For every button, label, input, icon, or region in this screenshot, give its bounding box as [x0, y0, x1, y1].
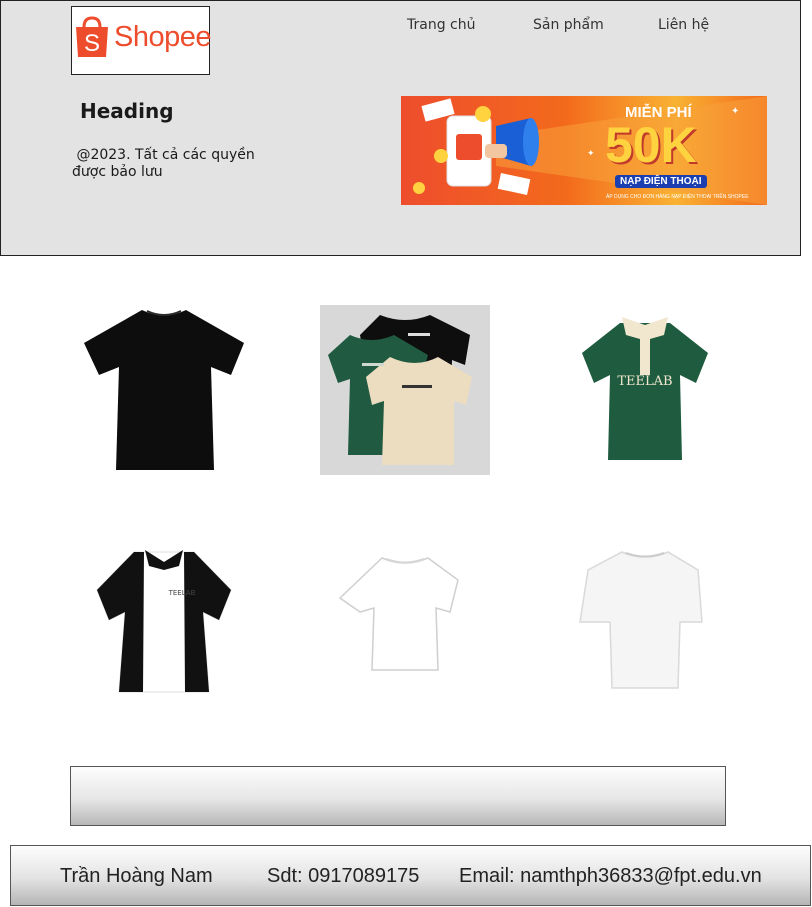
tshirt-bundle-image — [328, 315, 472, 465]
footer-email: Email: namthph36833@fpt.edu.vn — [459, 865, 762, 887]
copyright-text: @2023. Tất cả các quyền được bảo lưu — [72, 147, 255, 180]
logo-text: Shopee — [114, 21, 212, 53]
svg-text:✦: ✦ — [731, 106, 739, 117]
promo-banner[interactable]: ✦ ✦ MIỄN PHÍ 50K NẠP ĐIỆN THOẠI ÁP DỤNG … — [401, 96, 767, 205]
product-tshirt-bundle[interactable] — [320, 305, 490, 475]
banner-amount: 50K — [605, 117, 697, 173]
green-polo-image: TEELAB — [582, 317, 708, 460]
black-tshirt-image — [84, 310, 244, 470]
svg-text:✦: ✦ — [587, 149, 595, 159]
product-green-polo[interactable]: TEELAB — [560, 305, 730, 475]
green-polo-print: TEELAB — [617, 374, 672, 389]
page-heading: Heading — [80, 99, 174, 123]
product-black-white-polo[interactable]: TEELAB — [79, 540, 249, 710]
footer: Trần Hoàng Nam Sdt: 0917089175 Email: na… — [10, 845, 811, 906]
product-black-tshirt[interactable] — [79, 305, 249, 475]
white-oversize-tshirt-image — [579, 551, 703, 689]
footer-name: Trần Hoàng Nam — [60, 865, 213, 887]
banner-illustration: ✦ ✦ — [413, 96, 767, 205]
footer-phone: Sdt: 0917089175 — [267, 865, 420, 887]
content-bar — [70, 766, 726, 826]
banner-tag: NẠP ĐIỆN THOẠI — [615, 175, 707, 188]
shopee-logo[interactable]: S Shopee — [71, 6, 212, 75]
white-tshirt-image — [338, 557, 459, 671]
black-white-polo-image: TEELAB — [96, 550, 232, 693]
shopping-bag-icon: S — [76, 16, 108, 57]
nav-link-products[interactable]: Sản phẩm — [533, 17, 604, 33]
polo-print: TEELAB — [168, 589, 196, 597]
banner-note: ÁP DỤNG CHO ĐƠN HÀNG NẠP ĐIỆN THOẠI TRÊN… — [606, 194, 749, 200]
header: S Shopee Trang chủ Sản phẩm Liên hệ Head… — [0, 0, 801, 256]
nav-link-home[interactable]: Trang chủ — [407, 17, 475, 33]
logo-bag-letter: S — [84, 30, 100, 57]
product-white-tshirt[interactable] — [320, 540, 490, 710]
product-white-oversize-tshirt[interactable] — [560, 540, 730, 710]
nav-link-contact[interactable]: Liên hệ — [658, 17, 709, 33]
